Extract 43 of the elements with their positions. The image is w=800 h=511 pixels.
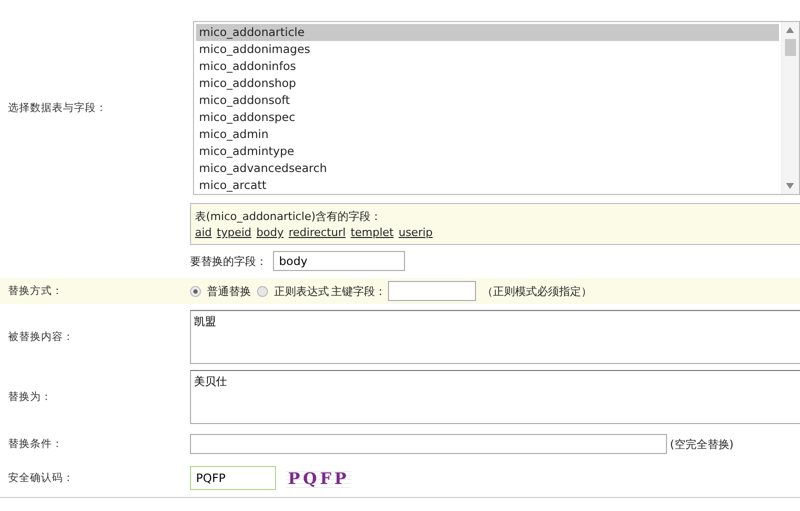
table-option[interactable]: mico_advancedsearch bbox=[196, 160, 779, 177]
table-option[interactable]: mico_addonarticle bbox=[196, 24, 779, 41]
radio-label: 普通替换 bbox=[207, 284, 251, 298]
radio-button[interactable] bbox=[190, 286, 201, 296]
hint-text: (空完全替换) bbox=[670, 436, 734, 452]
input-field[interactable] bbox=[388, 281, 476, 301]
field-link[interactable]: redirecturl bbox=[288, 226, 346, 239]
scroll-up-icon[interactable] bbox=[786, 27, 794, 33]
field-link[interactable]: templet bbox=[350, 226, 394, 239]
field-link[interactable]: userip bbox=[398, 226, 433, 239]
field-label: 被替换内容： bbox=[7, 330, 75, 344]
fields-title: 表(mico_addonarticle)含有的字段： bbox=[195, 209, 383, 224]
table-option[interactable]: mico_arcatt bbox=[196, 177, 779, 194]
scrollbar[interactable] bbox=[781, 22, 799, 194]
field-label: 替换方式： bbox=[7, 284, 64, 298]
text-area[interactable]: 美贝仕 bbox=[190, 370, 800, 424]
captcha-image: PQFP bbox=[286, 468, 352, 488]
table-option[interactable]: mico_addoninfos bbox=[196, 58, 779, 75]
field-label: 选择数据表与字段： bbox=[7, 101, 108, 115]
field-label: 替换条件： bbox=[7, 437, 64, 451]
field-label: 主键字段： bbox=[331, 284, 386, 298]
field-link[interactable]: body bbox=[256, 226, 284, 239]
field-label: 安全确认码： bbox=[7, 471, 75, 485]
input-field[interactable] bbox=[190, 434, 667, 454]
radio-button[interactable] bbox=[257, 286, 268, 296]
input-field[interactable]: body bbox=[273, 251, 405, 271]
radio-label: 正则表达式 bbox=[274, 284, 329, 298]
field-label: 替换为： bbox=[7, 390, 53, 404]
table-option[interactable]: mico_addonsoft bbox=[196, 92, 779, 109]
table-option[interactable]: mico_admin bbox=[196, 126, 779, 143]
hint-text: （正则模式必须指定） bbox=[482, 284, 592, 298]
field-label: 要替换的字段： bbox=[190, 254, 267, 268]
table-option[interactable]: mico_addonimages bbox=[196, 41, 779, 58]
field-link[interactable]: typeid bbox=[216, 226, 252, 239]
table-option[interactable]: mico_addonshop bbox=[196, 75, 779, 92]
table-option[interactable]: mico_admintype bbox=[196, 143, 779, 160]
text-area[interactable]: 凯盟 bbox=[190, 310, 800, 364]
input-field[interactable]: PQFP bbox=[190, 466, 276, 490]
scroll-down-icon[interactable] bbox=[786, 183, 794, 189]
scroll-thumb[interactable] bbox=[785, 39, 796, 56]
field-link[interactable]: aid bbox=[195, 226, 212, 239]
table-listbox[interactable]: mico_addonarticle mico_addonimages mico_addoninfos mico_addonshop mico_addonsoft mico_addonspec mico_admin mico_admintype mico_advancedsearch mico_arcatt bbox=[193, 21, 800, 195]
table-option[interactable]: mico_addonspec bbox=[196, 109, 779, 126]
